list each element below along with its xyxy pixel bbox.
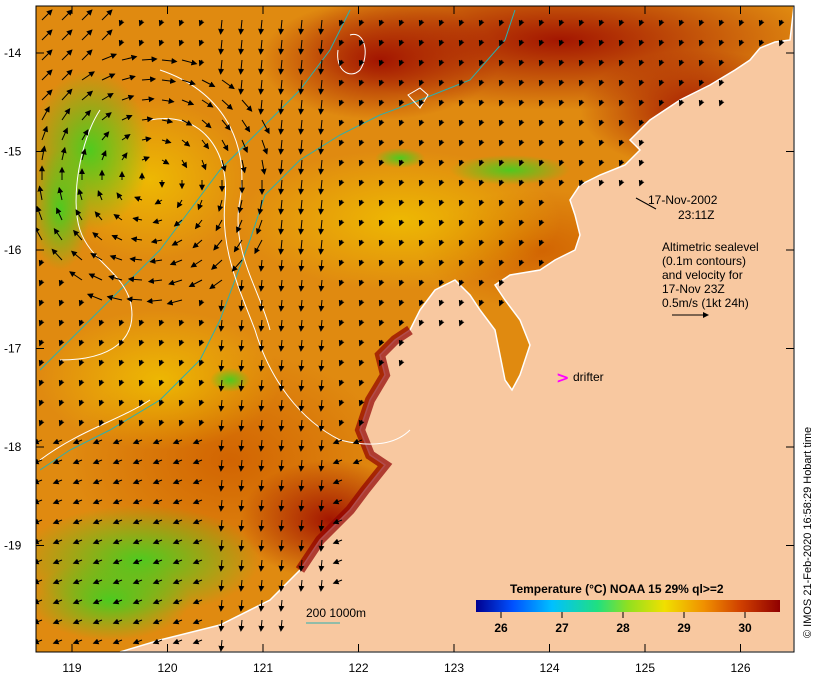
lon-tick-label: 120 <box>157 661 177 675</box>
colorbar-title: Temperature (°C) NOAA 15 29% ql>=2 <box>510 582 724 596</box>
lon-tick-label: 126 <box>730 661 750 675</box>
colorbar-tick-label: 26 <box>494 621 508 635</box>
date-label: 17-Nov-2002 <box>648 193 718 207</box>
colorbar-tick-label: 30 <box>738 621 752 635</box>
lat-tick-label: -18 <box>4 440 22 454</box>
drifter-marker-icon: > <box>556 368 569 387</box>
altimetry-line-4: 17-Nov 23Z <box>662 282 725 296</box>
lat-tick-label: -19 <box>4 539 22 553</box>
lat-tick-label: -14 <box>4 46 22 60</box>
altimetry-line-3: and velocity for <box>662 268 743 282</box>
isobath-label: 200 1000m <box>306 606 366 620</box>
lon-tick-label: 124 <box>539 661 559 675</box>
altimetry-line-1: Altimetric sealevel <box>662 240 759 254</box>
colorbar <box>476 600 780 612</box>
drifter-label: drifter <box>573 370 604 384</box>
colorbar-tick-label: 28 <box>616 621 630 635</box>
colorbar-tick-label: 27 <box>555 621 569 635</box>
lat-tick-label: -16 <box>4 243 22 257</box>
sst-map: 119 120 121 122 123 124 125 126 -14 -15 -16 -17 -18… <box>4 5 814 675</box>
altimetry-line-2: (0.1m contours) <box>662 254 746 268</box>
lon-tick-label: 119 <box>62 661 81 675</box>
altimetry-line-5: 0.5m/s (1kt 24h) <box>662 296 749 310</box>
lon-tick-label: 121 <box>253 661 273 675</box>
lat-tick-label: -17 <box>4 342 22 356</box>
lon-tick-label: 122 <box>348 661 368 675</box>
lat-tick-label: -15 <box>4 145 22 159</box>
lon-tick-label: 123 <box>444 661 464 675</box>
imos-credit: © IMOS 21-Feb-2020 16:58:29 Hobart time <box>802 427 814 638</box>
lon-tick-label: 125 <box>635 661 655 675</box>
time-label: 23:11Z <box>678 208 714 222</box>
colorbar-tick-label: 29 <box>677 621 691 635</box>
